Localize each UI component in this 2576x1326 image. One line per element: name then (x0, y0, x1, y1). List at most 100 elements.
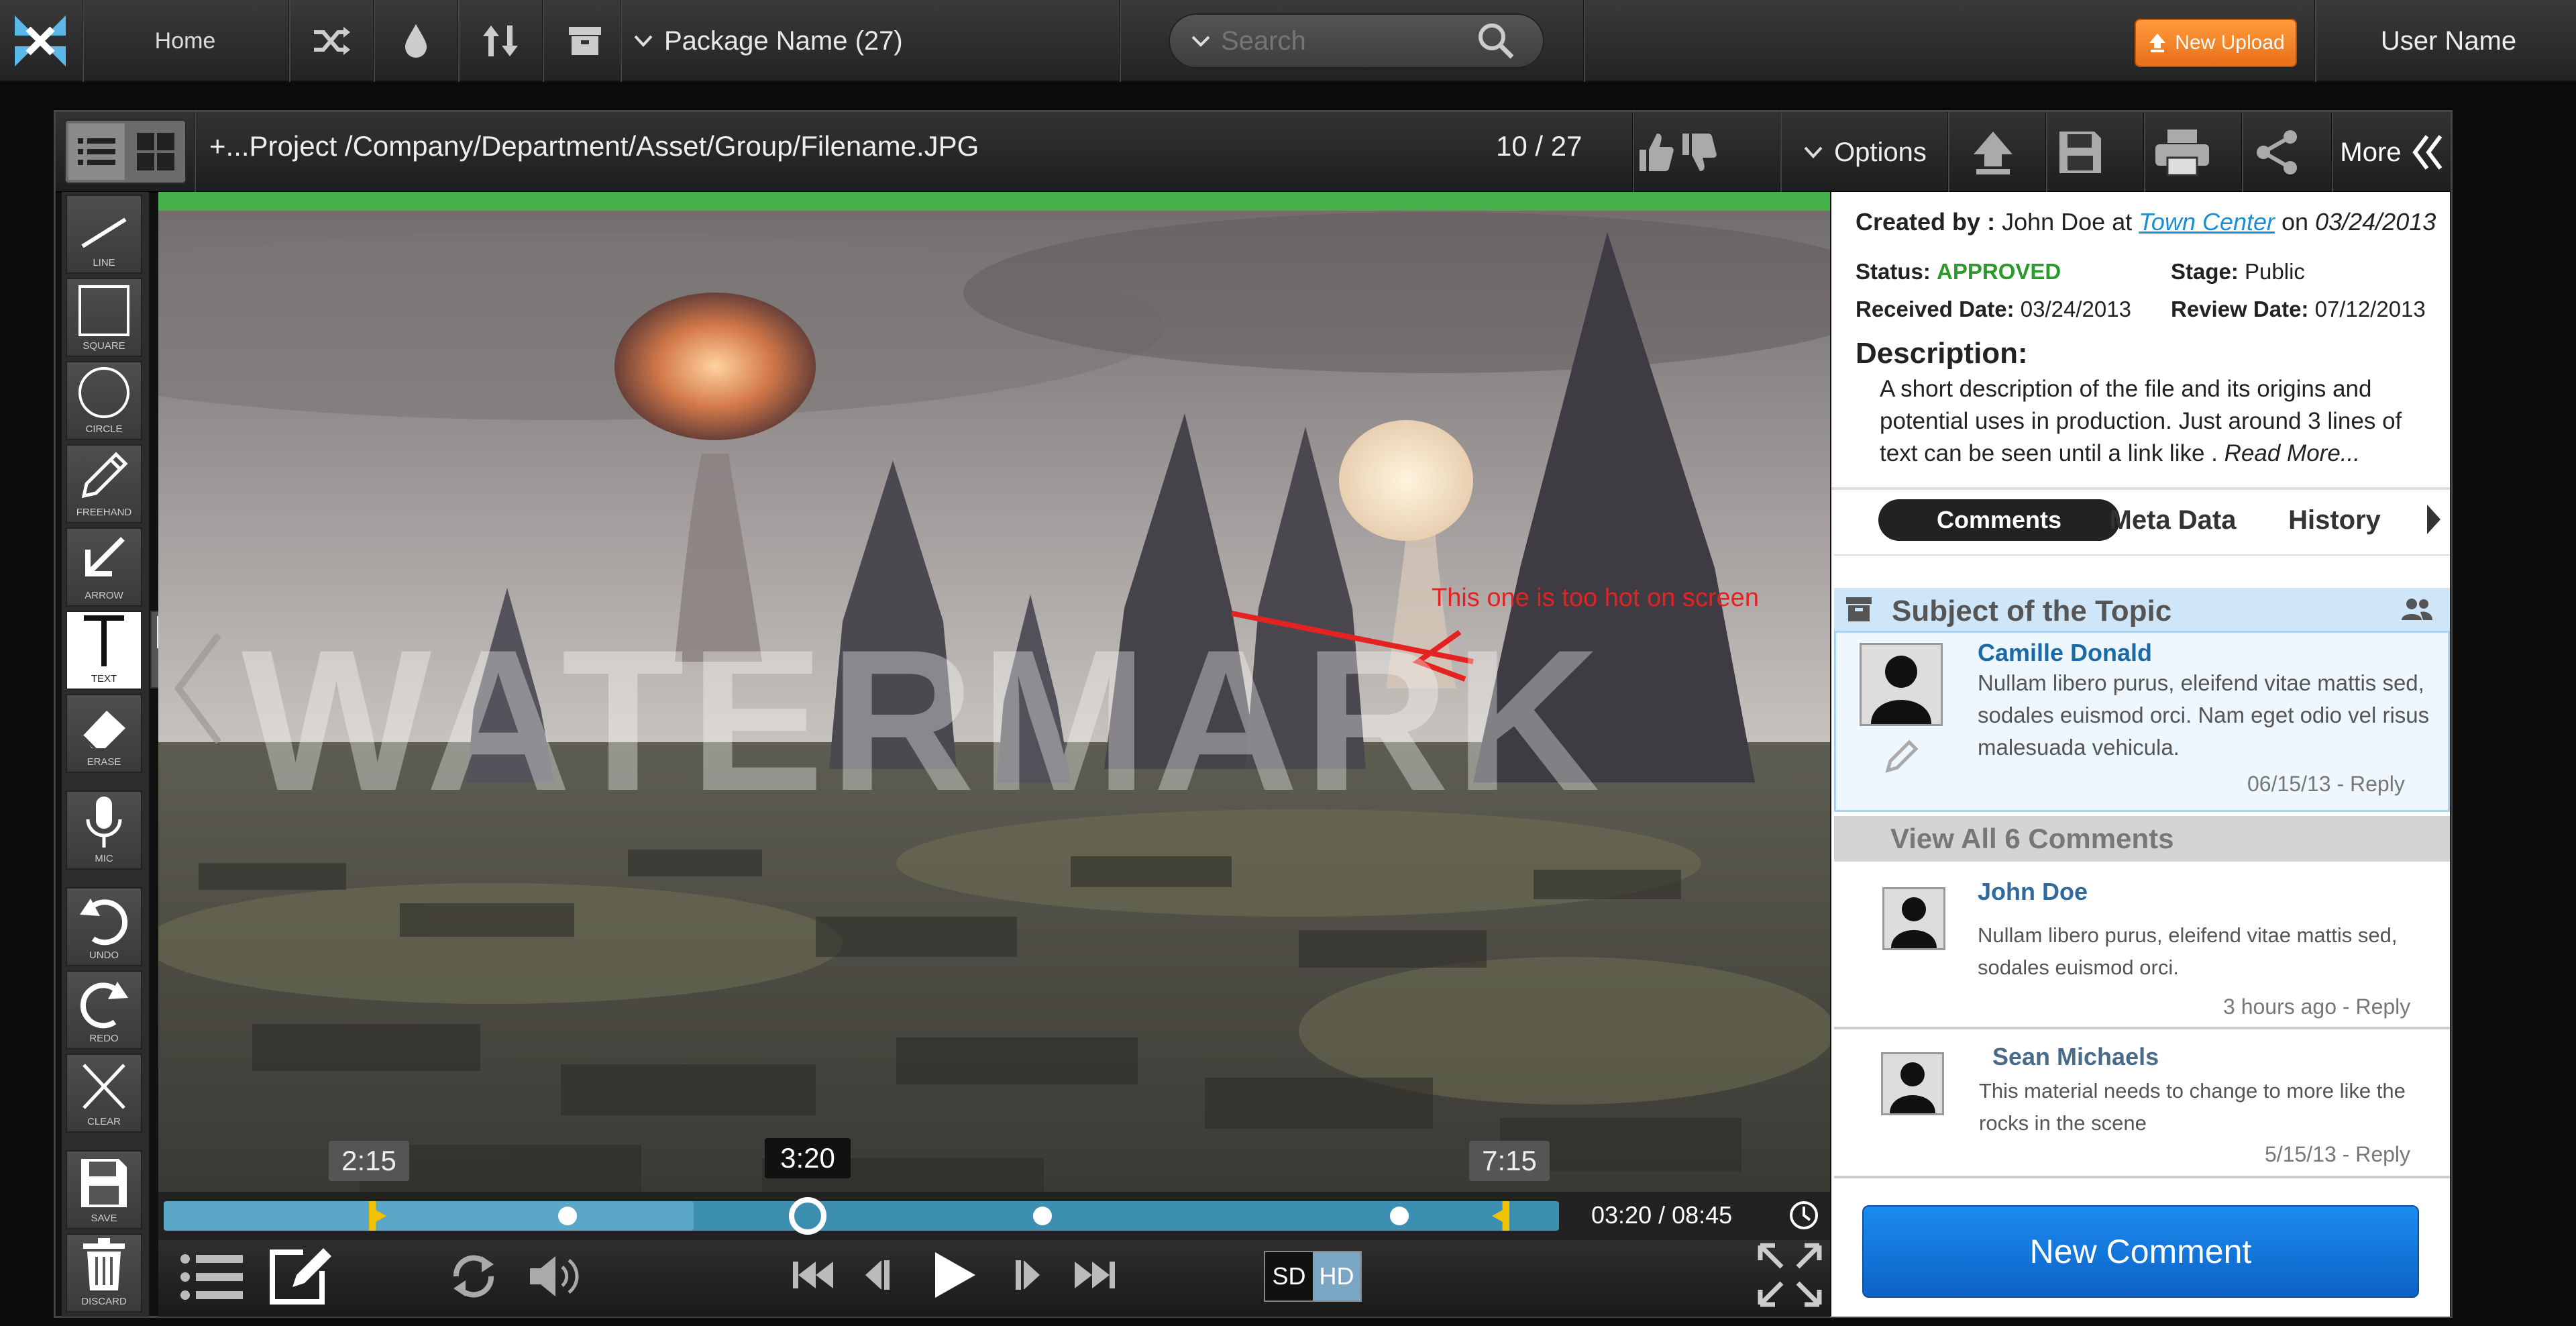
playlist-button[interactable] (178, 1247, 246, 1307)
step-back-icon (865, 1260, 890, 1290)
tabs-next-button[interactable] (2424, 502, 2442, 537)
comment-marker[interactable] (1033, 1207, 1052, 1225)
thumbs-down-icon[interactable] (1680, 131, 1717, 174)
playback-controls (158, 1240, 1830, 1317)
out-point-time: 7:15 (1469, 1141, 1550, 1181)
volume-button[interactable] (527, 1252, 584, 1300)
comment-author[interactable]: Sean Michaels (1992, 1043, 2159, 1071)
comment-marker[interactable] (1390, 1207, 1409, 1225)
step-forward-button[interactable] (1013, 1256, 1046, 1294)
clear-icon (83, 1064, 125, 1109)
location-link[interactable]: Town Center (2139, 208, 2275, 236)
package-button[interactable] (545, 0, 625, 82)
topic-header: Subject of the Topic (1834, 588, 2450, 631)
search-box[interactable] (1169, 13, 1544, 68)
file-breadcrumb[interactable]: +...Project /Company/Department/Asset/Gr… (209, 130, 979, 162)
step-back-button[interactable] (859, 1256, 892, 1294)
view-all-label: View All 6 Comments (1890, 823, 2174, 854)
tool-save[interactable]: SAVE (66, 1150, 142, 1229)
comment-meta[interactable]: 06/15/13 - Reply (2247, 772, 2405, 797)
eraser-icon (81, 711, 125, 752)
thumbs-up-icon[interactable] (1637, 131, 1674, 174)
created-by-line: Created by : John Doe at Town Center on … (1856, 208, 2436, 236)
annotate-button[interactable] (266, 1245, 333, 1309)
options-dropdown[interactable]: Options (1784, 112, 1945, 193)
comment-marker[interactable] (558, 1207, 577, 1225)
sort-button[interactable] (460, 0, 541, 82)
tool-square[interactable]: SQUARE (66, 278, 142, 357)
participants-icon[interactable] (2400, 597, 2434, 621)
new-upload-button[interactable]: New Upload (2135, 19, 2297, 67)
save-file-button[interactable] (2037, 112, 2124, 193)
share-button[interactable] (2234, 112, 2321, 193)
comment-author[interactable]: Camille Donald (1978, 639, 2152, 667)
upload-arrow-icon (1974, 132, 2012, 174)
tool-erase[interactable]: ERASE (66, 694, 142, 773)
top-navigation-bar: Home Package Name (27) Search New Upload… (0, 0, 2576, 82)
list-view-button[interactable] (68, 123, 125, 180)
edit-icon (270, 1248, 331, 1305)
new-upload-label: New Upload (2175, 32, 2285, 54)
tool-mic[interactable]: MIC (66, 790, 142, 870)
skip-end-button[interactable] (1073, 1256, 1116, 1294)
app-logo[interactable] (0, 0, 80, 82)
comment-meta[interactable]: 5/15/13 - Reply (2265, 1142, 2410, 1167)
package-icon (569, 27, 601, 55)
tool-undo[interactable]: UNDO (66, 887, 142, 966)
tool-clear[interactable]: CLEAR (66, 1054, 142, 1133)
edit-pencil-icon[interactable] (1882, 738, 1920, 776)
tab-comments[interactable]: Comments (1878, 499, 2120, 541)
tab-history[interactable]: History (2267, 499, 2402, 541)
color-drop-button[interactable] (376, 0, 456, 82)
status-value: APPROVED (1937, 259, 2061, 284)
package-dropdown[interactable]: Package Name (27) (624, 0, 1120, 82)
topic-title: Subject of the Topic (1892, 595, 2172, 627)
annotation-tools: LINE SQUARE CIRCLE FREEHAND ARROW TEXT E… (62, 192, 149, 1317)
view-mode-toggle (64, 119, 186, 184)
clock-button[interactable] (1788, 1200, 1819, 1231)
person-icon (1890, 1062, 1935, 1113)
tab-meta-data[interactable]: Meta Data (2089, 499, 2257, 541)
skip-start-button[interactable] (792, 1256, 835, 1294)
read-more-link[interactable]: Read More... (2224, 440, 2360, 466)
save-icon (2059, 132, 2101, 173)
tool-text[interactable]: TEXT (66, 611, 142, 690)
stage-value: Public (2245, 259, 2305, 284)
new-comment-button[interactable]: New Comment (1862, 1205, 2419, 1298)
tool-redo[interactable]: REDO (66, 970, 142, 1050)
tool-freehand[interactable]: FREEHAND (66, 444, 142, 523)
loop-button[interactable] (447, 1250, 500, 1303)
text-icon (84, 615, 124, 666)
comment-meta[interactable]: 3 hours ago - Reply (2223, 994, 2410, 1019)
home-button[interactable]: Home (85, 0, 286, 82)
tool-line[interactable]: LINE (66, 195, 142, 274)
more-button[interactable]: More (2334, 112, 2449, 193)
annotation-text[interactable]: This one is too hot on screen (1432, 584, 1759, 613)
tool-discard[interactable]: DISCARD (66, 1233, 142, 1313)
search-input[interactable] (1221, 26, 1476, 56)
created-by-value: John Doe at (2002, 208, 2133, 236)
tool-label: MIC (95, 853, 113, 864)
comment-body: Nullam libero purus, eleifend vitae matt… (1978, 670, 2430, 760)
print-button[interactable] (2139, 112, 2226, 193)
user-menu[interactable]: User Name (2321, 0, 2576, 82)
hd-button[interactable]: HD (1313, 1252, 1360, 1300)
search-icon[interactable] (1476, 21, 1516, 61)
description-body: A short description of the file and its … (1880, 373, 2436, 470)
created-date: 03/24/2013 (2315, 208, 2436, 236)
chevron-down-icon (634, 35, 653, 47)
sd-button[interactable]: SD (1265, 1252, 1313, 1300)
playhead[interactable] (789, 1197, 826, 1235)
watermark-text: WATERMARK (241, 607, 1605, 833)
tool-circle[interactable]: CIRCLE (66, 361, 142, 440)
play-button[interactable] (928, 1248, 979, 1302)
upload-version-button[interactable] (1949, 112, 2037, 193)
description-title: Description: (1856, 337, 2028, 370)
grid-view-button[interactable] (127, 123, 184, 180)
tool-label: LINE (93, 257, 115, 268)
tool-arrow[interactable]: ARROW (66, 527, 142, 607)
comment-author[interactable]: John Doe (1978, 878, 2088, 906)
shuffle-button[interactable] (291, 0, 372, 82)
fullscreen-button[interactable] (1758, 1243, 1822, 1307)
skip-end-icon (1075, 1262, 1115, 1288)
